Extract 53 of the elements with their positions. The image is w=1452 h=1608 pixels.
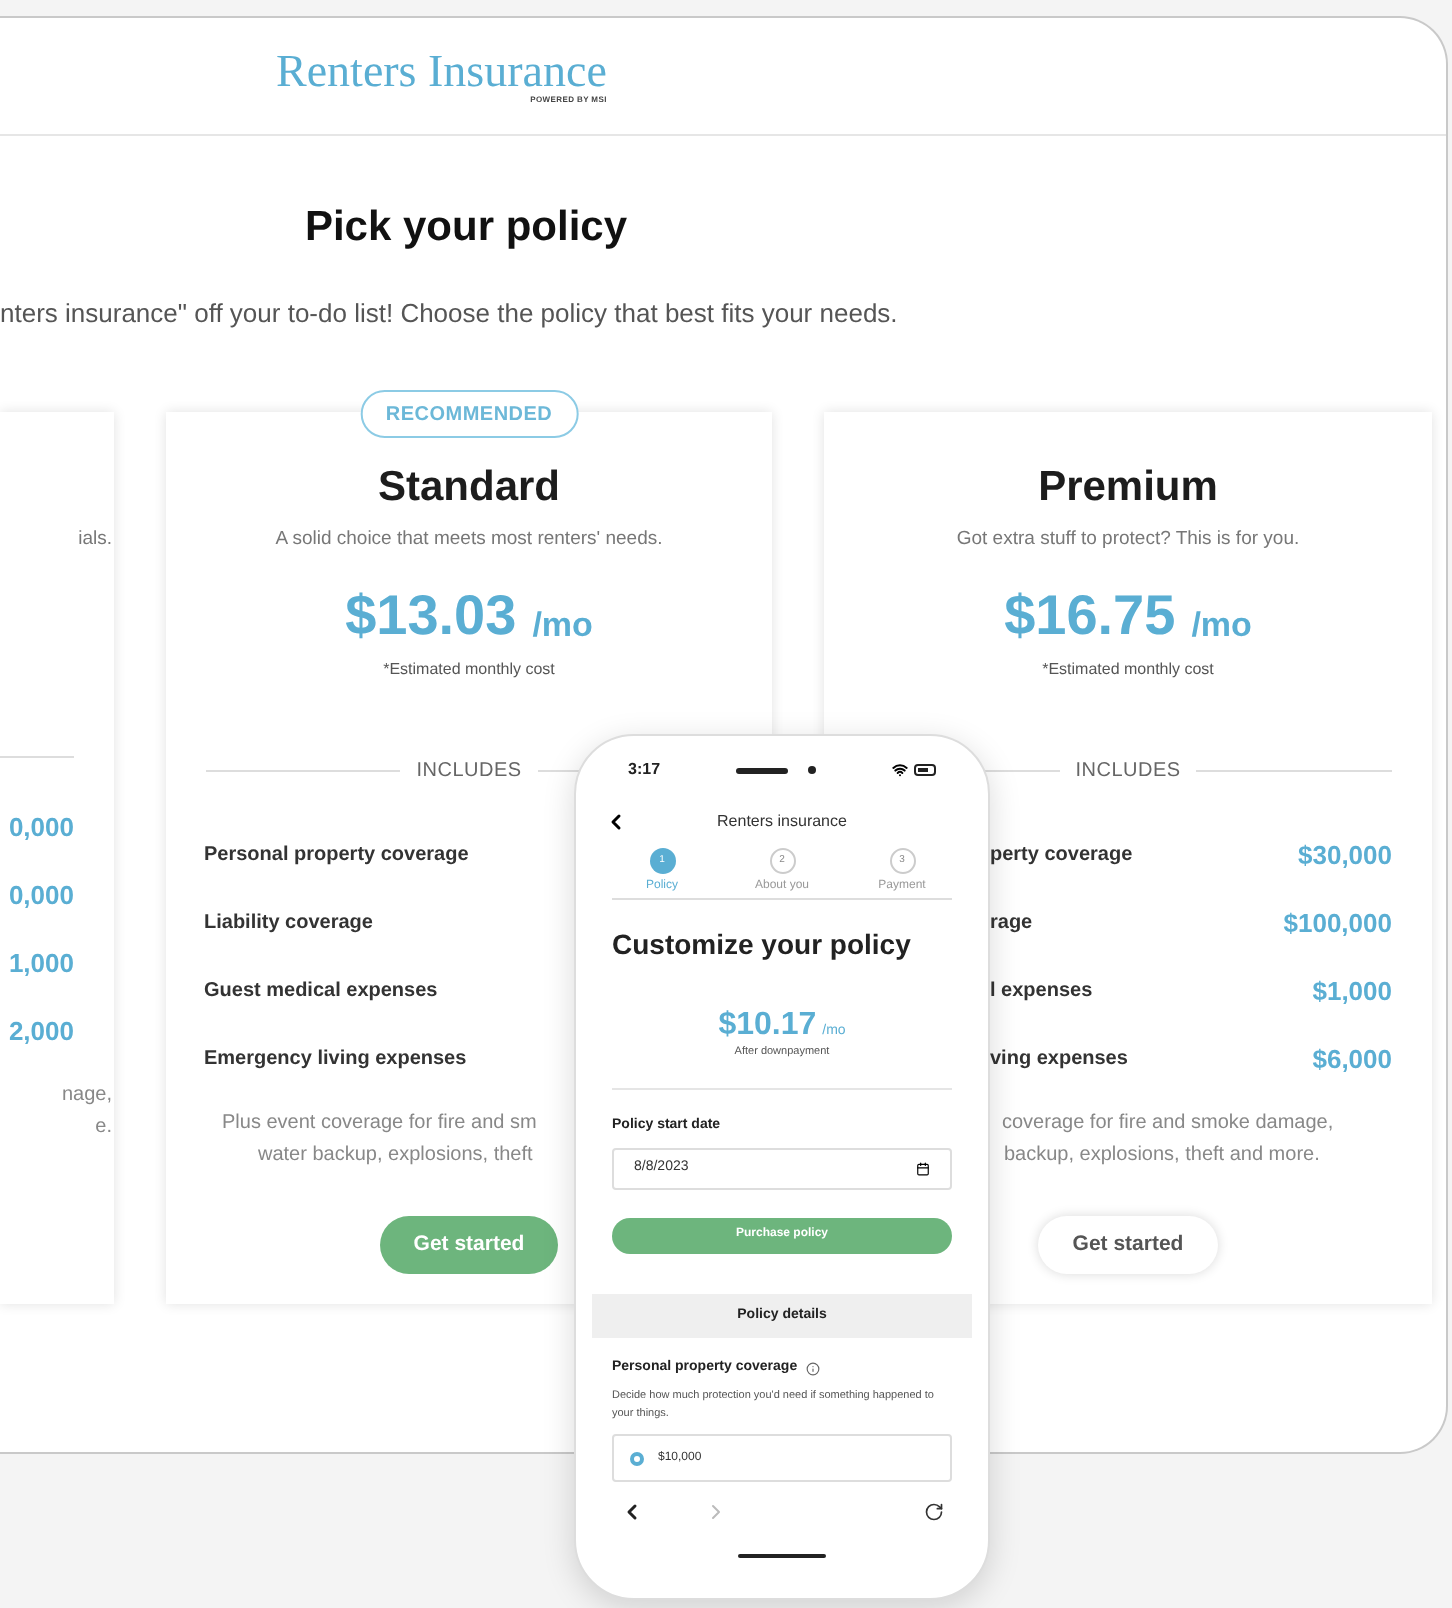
wifi-icon: [891, 762, 908, 778]
plan-name: Standard: [377, 462, 560, 515]
footnote-text: e.: [95, 1114, 112, 1142]
coverage-label: Emergency living expenses: [204, 1046, 467, 1074]
nav-title: Renters insurance: [717, 810, 847, 834]
coverage-amount: 0,000: [8, 877, 74, 914]
coverage-amount: $1,000: [1312, 973, 1392, 1010]
coverage-label: Personal property coverage: [204, 842, 469, 870]
reload-icon[interactable]: [924, 1502, 944, 1523]
screen-title: Customize your policy: [610, 926, 913, 964]
price-note: *Estimated monthly cost: [383, 658, 555, 682]
footnote-text: backup, explosions, theft and more.: [1002, 1142, 1320, 1170]
plan-description: A solid choice that meets most renters' needs.: [275, 525, 663, 554]
get-started-button[interactable]: Get started: [379, 1216, 559, 1274]
home-indicator: [738, 1554, 826, 1559]
recommended-badge: RECOMMENDED: [359, 390, 579, 438]
camera-icon: [808, 766, 816, 774]
coverage-amount: 2,000: [8, 1013, 74, 1050]
coverage-amount: $30,000: [1298, 837, 1392, 874]
status-time: 3:17: [628, 758, 661, 782]
price-unit: /mo: [532, 608, 593, 642]
coverage-label: Guest medical expenses: [204, 978, 438, 1006]
notch-speaker-icon: [736, 767, 788, 773]
coverage-label: Liability coverage: [204, 910, 373, 938]
price-note: *Estimated monthly cost: [1042, 658, 1214, 682]
calendar-icon[interactable]: [916, 1161, 930, 1176]
battery-icon: [913, 764, 936, 776]
plan-name: Premium: [1038, 462, 1218, 515]
includes-heading: INCLUDES: [416, 758, 522, 786]
plan-price: $13.03: [345, 588, 517, 644]
coverage-amount: 1,000: [8, 945, 74, 982]
coverage-amount: $6,000: [1312, 1041, 1392, 1078]
footnote-text: coverage for fire and smoke damage,: [1002, 1110, 1334, 1138]
radio-button[interactable]: [630, 1451, 644, 1466]
coverage-label: rage: [990, 910, 1033, 938]
plan-price: $16.75: [1004, 588, 1176, 644]
page-subtitle: nters insurance" off your to-do list! Choose the policy that best fits your needs.: [0, 295, 900, 332]
price-unit: /mo: [1191, 608, 1252, 642]
coverage-label: ving expenses: [990, 1046, 1128, 1074]
coverage-amount: $100,000: [1283, 905, 1392, 942]
get-started-button[interactable]: Get started: [1038, 1216, 1218, 1274]
coverage-amount: 0,000: [8, 809, 74, 846]
footnote-text: water backup, explosions, theft: [256, 1142, 533, 1170]
footnote-text: nage,: [61, 1082, 112, 1110]
footnote-text: Plus event coverage for fire and sm: [222, 1110, 537, 1138]
page-title: Pick your policy: [304, 202, 628, 254]
includes-heading: INCLUDES: [1075, 758, 1181, 786]
coverage-label: perty coverage: [990, 842, 1133, 870]
coverage-label: l expenses: [990, 978, 1093, 1006]
plan-description: ials.: [78, 525, 112, 554]
plan-description: Got extra stuff to protect? This is for you.: [956, 525, 1300, 554]
phone-price: $10.17: [718, 1010, 817, 1042]
info-icon[interactable]: [805, 1361, 820, 1375]
